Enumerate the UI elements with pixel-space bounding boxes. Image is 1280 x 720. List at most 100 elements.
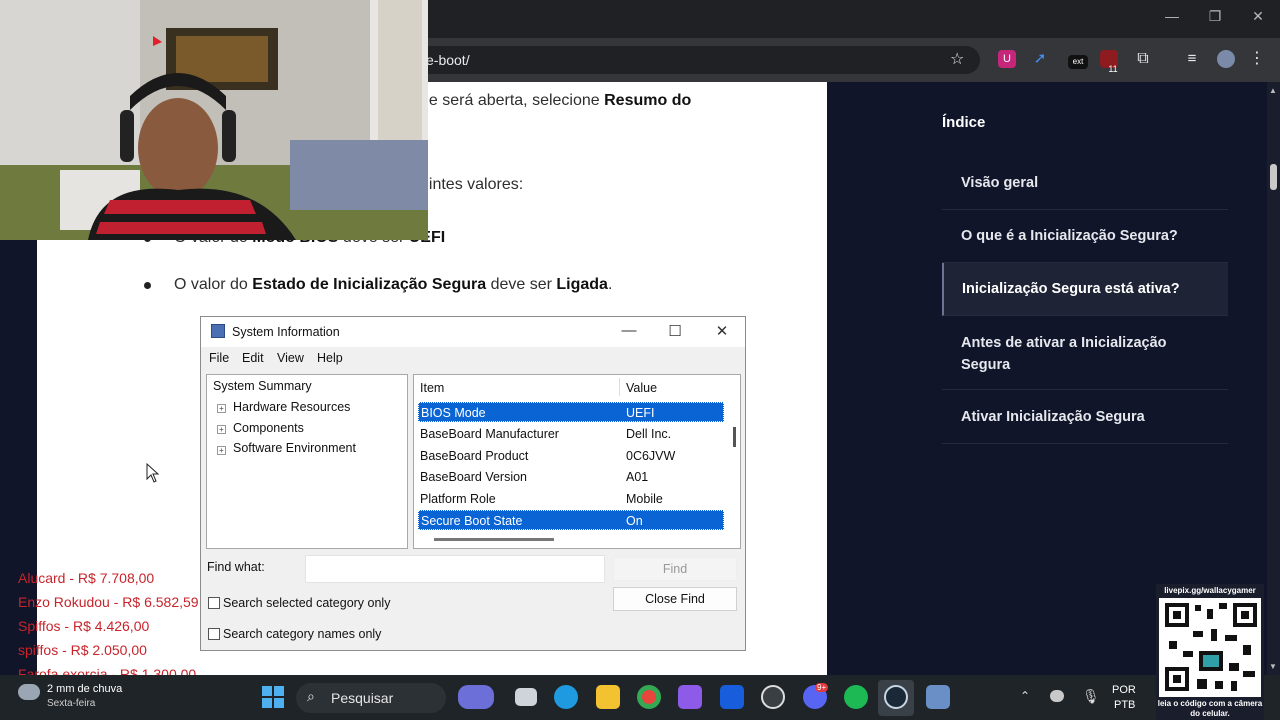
sysinfo-menu-edit: Edit [242, 351, 264, 365]
qr-caption-top: livepix.gg/wallacygamer [1156, 584, 1264, 598]
expand-icon: + [217, 425, 226, 434]
sysinfo-maximize-icon: ☐ [668, 323, 682, 340]
widgets-icon[interactable] [458, 685, 494, 709]
expand-icon: + [217, 446, 226, 455]
browser-menu-icon[interactable]: ⋮ [1248, 50, 1266, 68]
sysinfo-horizontal-scrollbar [434, 538, 554, 541]
row-value: On [626, 514, 643, 528]
tree-components: Components [233, 421, 304, 435]
maximize-icon[interactable]: ❐ [1203, 8, 1227, 25]
search-label: Pesquisar [331, 690, 394, 706]
row-value: A01 [626, 470, 649, 484]
webcam-overlay [0, 0, 428, 240]
obs-icon[interactable] [761, 685, 785, 709]
system-information-window: System Information — ☐ ✕ File Edit View … [200, 316, 746, 651]
bullet-text: . [607, 276, 613, 293]
toc-item-is-active[interactable]: Inicialização Segura está ativa? [942, 263, 1228, 316]
scroll-up-icon[interactable]: ▲ [1269, 86, 1277, 95]
column-header-item: Item [420, 381, 445, 395]
bullet-text: O valor do [174, 276, 253, 293]
donation-entry: Enzo Rokudou - R$ 6.582,59 [18, 594, 199, 610]
sysinfo-close-icon: ✕ [715, 323, 729, 340]
steam-icon[interactable] [884, 685, 908, 709]
qr-code-icon [1163, 601, 1259, 693]
sysinfo-titlebar: System Information — ☐ ✕ [201, 317, 745, 347]
windows-start-icon[interactable] [262, 686, 284, 708]
find-what-label: Find what: [207, 560, 265, 574]
table-row: BaseBoard Product 0C6JVW [418, 446, 724, 466]
toc-item-enable[interactable]: Ativar Inicialização Segura [942, 390, 1228, 444]
minimize-icon[interactable]: — [1160, 8, 1184, 24]
qr-caption-bottom: leia o código com a câmera do celular. [1156, 697, 1264, 720]
sysinfo-menu-view: View [277, 351, 304, 365]
close-find-button: Close Find [613, 587, 737, 611]
weather-text[interactable]: 2 mm de chuva [47, 683, 122, 695]
bookmark-star-icon[interactable]: ☆ [950, 49, 964, 69]
scroll-down-icon[interactable]: ▼ [1269, 662, 1277, 671]
file-explorer-icon[interactable] [596, 685, 620, 709]
row-value: UEFI [626, 406, 655, 420]
microphone-icon[interactable]: 🎙 [1082, 688, 1100, 705]
keyboard-layout: PTB [1114, 699, 1136, 711]
onedrive-icon[interactable] [1050, 690, 1064, 702]
language-indicator[interactable]: POR [1112, 684, 1136, 696]
article-text-partial-2: uintes valores: [420, 176, 524, 193]
url-text: e-boot/ [426, 52, 470, 68]
toc-item-before-enabling[interactable]: Antes de ativar a Inicialização Segura [942, 316, 1228, 390]
tree-software-environment: Software Environment [233, 441, 356, 455]
toc-title: Índice [942, 114, 986, 131]
row-item: BaseBoard Version [420, 470, 528, 484]
profile-avatar[interactable] [1217, 50, 1235, 68]
table-row: BaseBoard Manufacturer Dell Inc. [418, 424, 724, 444]
column-header-value: Value [626, 381, 658, 395]
sysinfo-minimize-icon: — [621, 322, 637, 339]
article-text-partial-1: ue será aberta, selecione Resumo do [420, 92, 691, 110]
sysinfo-app-icon [211, 324, 225, 338]
table-row-bios-mode: BIOS Mode UEFI [418, 402, 724, 422]
ublock-shield-icon[interactable]: U [998, 50, 1016, 68]
page-scrollbar-thumb[interactable] [1270, 164, 1277, 190]
spotify-icon[interactable] [844, 685, 868, 709]
copilot-icon[interactable] [678, 685, 702, 709]
tray-chevron-icon[interactable]: ⌃ [1020, 689, 1030, 703]
article-bold-text: Resumo do [604, 92, 692, 109]
weather-cloud-icon[interactable] [18, 684, 40, 700]
chrome-icon[interactable] [637, 685, 661, 709]
row-item: Secure Boot State [421, 514, 523, 528]
table-row: BaseBoard Version A01 [418, 467, 724, 487]
puzzle-extensions-icon[interactable]: ⧉ [1134, 50, 1152, 68]
find-button: Find [613, 557, 737, 581]
search-icon: ⌕ [307, 688, 315, 704]
row-value: Dell Inc. [626, 427, 672, 441]
sysinfo-category-tree: System Summary + Hardware Resources + Co… [206, 374, 408, 549]
row-item: BaseBoard Manufacturer [420, 427, 559, 441]
system-information-app-icon[interactable] [926, 685, 950, 709]
toc-item-what-is[interactable]: O que é a Inicialização Segura? [942, 210, 1228, 263]
bitwarden-icon[interactable] [720, 685, 744, 709]
discord-badge: 9+ [815, 683, 829, 692]
media-control-icon[interactable]: ≡ [1183, 50, 1201, 68]
arrow-extension-icon[interactable]: ➚ [1031, 50, 1049, 68]
search-names-checkbox [208, 628, 220, 640]
bullet-bold-text: Estado de Inicialização Segura [252, 276, 487, 293]
close-icon[interactable]: ✕ [1246, 8, 1270, 25]
ext-extension-icon[interactable]: ext [1068, 55, 1088, 69]
article-text: ue será aberta, selecione [420, 92, 605, 109]
bullet-bold-text: Ligada [556, 276, 608, 293]
livepix-qr-overlay: livepix.gg/wallacygamer leia o código co… [1156, 584, 1264, 720]
toc-item-overview[interactable]: Visão geral [942, 158, 1228, 210]
taskbar-search[interactable]: ⌕ Pesquisar [296, 683, 446, 713]
row-item: BaseBoard Product [420, 449, 529, 463]
sysinfo-title: System Information [232, 325, 340, 339]
expand-icon: + [217, 404, 226, 413]
row-item: Platform Role [420, 492, 496, 506]
search-selected-checkbox [208, 597, 220, 609]
sysinfo-menu-help: Help [317, 351, 343, 365]
find-what-input [305, 555, 605, 583]
address-bar[interactable]: e-boot/ [380, 46, 980, 74]
edge-icon[interactable] [554, 685, 578, 709]
row-item: BIOS Mode [421, 406, 486, 420]
bullet-secure-boot: O valor do Estado de Inicialização Segur… [174, 276, 612, 294]
row-value: Mobile [626, 492, 663, 506]
task-view-icon[interactable] [515, 688, 537, 706]
